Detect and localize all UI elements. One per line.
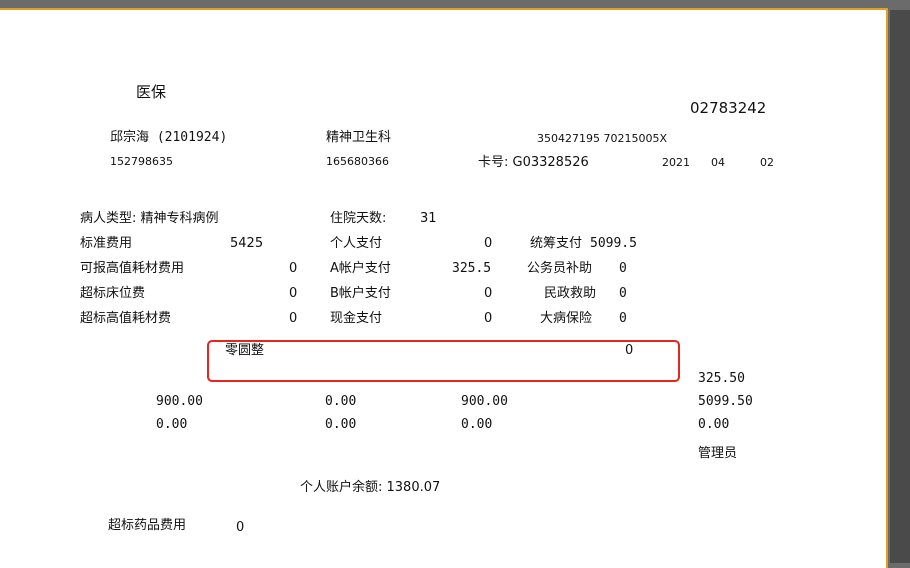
date-month: 04 <box>711 156 725 169</box>
pool-pay-value: 5099.5 <box>590 236 637 251</box>
civil-servant-label: 公务员补助 <box>527 261 593 276</box>
serial-number: 02783242 <box>690 99 767 117</box>
account-balance: 个人账户余额: 1380.07 <box>300 480 441 495</box>
pool-pay-label: 统筹支付 <box>530 236 583 251</box>
department: 精神卫生科 <box>326 130 392 145</box>
admin-label: 管理员 <box>698 446 738 461</box>
amount-r2c2: 0.00 <box>325 394 357 409</box>
number-1: 152798635 <box>110 155 173 168</box>
over-consum-label: 超标高值耗材费 <box>80 311 172 326</box>
b-account-value: 0 <box>484 286 493 301</box>
rounding-value: 0 <box>625 343 634 358</box>
days-value: 31 <box>420 211 437 226</box>
personal-pay-value: 0 <box>484 236 493 251</box>
major-ins-value: 0 <box>619 311 627 326</box>
id-number: 350427195 70215005X <box>537 132 668 145</box>
a-account-value: 325.5 <box>452 261 492 276</box>
personal-pay-label: 个人支付 <box>330 236 383 251</box>
date-day: 02 <box>760 156 774 169</box>
amount-r2c4: 5099.50 <box>698 394 753 409</box>
high-consum-label: 可报高值耗材费用 <box>80 261 185 276</box>
receipt-title: 医保 <box>136 83 167 101</box>
over-consum-value: 0 <box>289 311 298 326</box>
std-fee-value: 5425 <box>230 236 264 251</box>
cash-value: 0 <box>484 311 493 326</box>
amount-r3c3: 0.00 <box>461 417 493 432</box>
amount-r1c4: 325.50 <box>698 371 745 386</box>
number-2: 165680366 <box>326 155 389 168</box>
amount-r2c3: 900.00 <box>461 394 508 409</box>
over-drug-value: 0 <box>236 520 245 535</box>
civil-aid-value: 0 <box>619 286 627 301</box>
amount-r3c2: 0.00 <box>325 417 357 432</box>
patient-type: 病人类型: 精神专科病例 <box>80 211 219 226</box>
civil-servant-value: 0 <box>619 261 627 276</box>
over-bed-value: 0 <box>289 286 298 301</box>
card-number: 卡号: G03328526 <box>478 155 589 170</box>
major-ins-label: 大病保险 <box>540 311 593 326</box>
over-drug-label: 超标药品费用 <box>108 518 187 533</box>
window-shadow <box>890 10 910 563</box>
patient-name-id: 邱宗海 (2101924) <box>110 130 228 145</box>
amount-r3c4: 0.00 <box>698 417 730 432</box>
receipt-page: 医保 02783242 邱宗海 (2101924) 精神卫生科 35042719… <box>0 8 888 568</box>
over-bed-label: 超标床位费 <box>80 286 146 301</box>
civil-aid-label: 民政救助 <box>544 286 597 301</box>
amount-r2c1: 900.00 <box>156 394 203 409</box>
days-label: 住院天数: <box>330 211 387 226</box>
amount-r3c1: 0.00 <box>156 417 188 432</box>
cash-label: 现金支付 <box>330 311 383 326</box>
high-consum-value: 0 <box>289 261 298 276</box>
highlight-box <box>207 340 680 382</box>
b-account-label: B帐户支付 <box>330 286 391 301</box>
std-fee-label: 标准费用 <box>80 236 133 251</box>
a-account-label: A帐户支付 <box>330 261 391 276</box>
rounding-label: 零圆整 <box>225 343 265 358</box>
date-year: 2021 <box>662 156 690 169</box>
